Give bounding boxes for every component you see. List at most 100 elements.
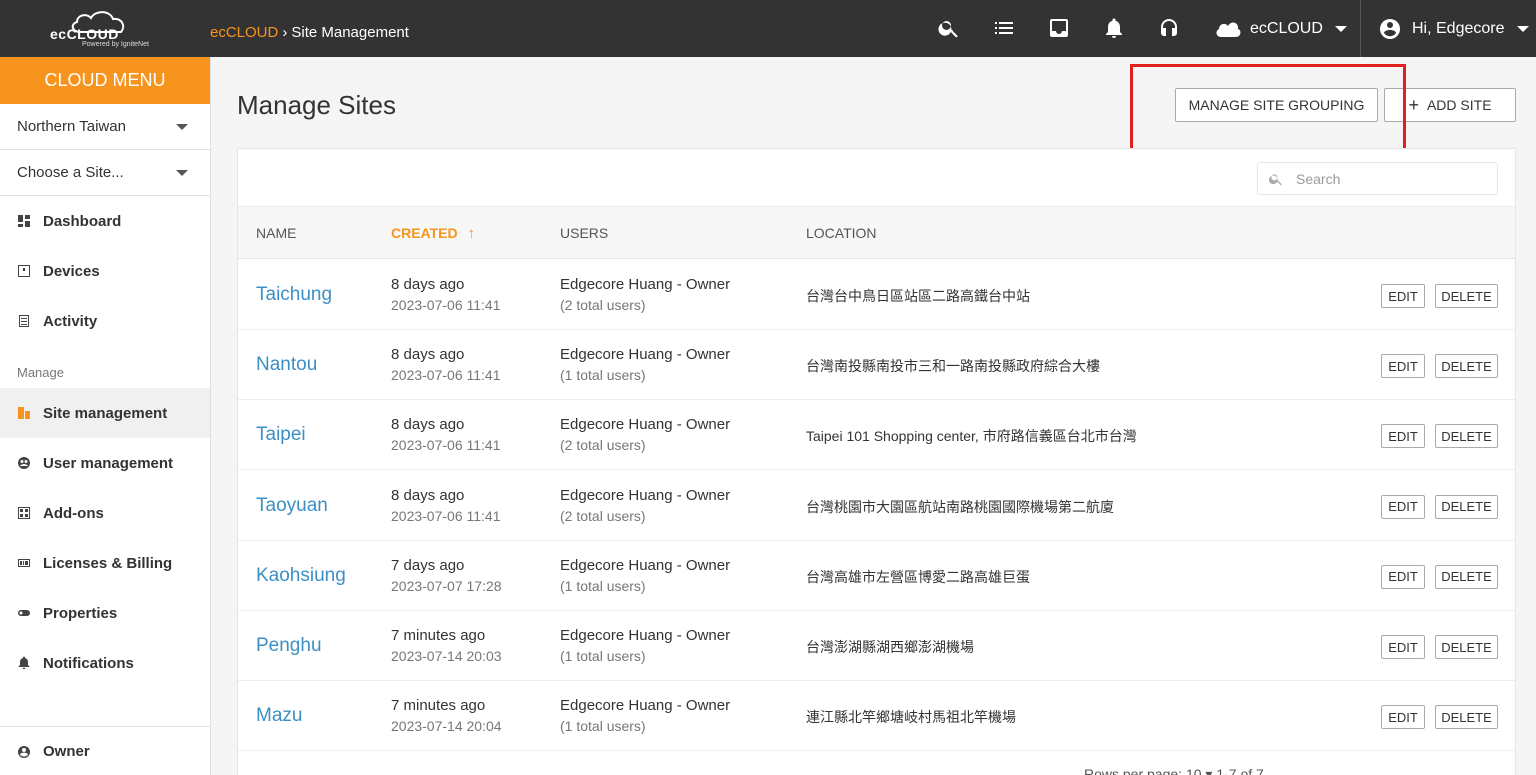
sidebar-item-label: Add-ons	[43, 504, 104, 522]
site-owner: Edgecore Huang - Owner	[560, 276, 731, 293]
sidebar-item-label: Devices	[43, 262, 100, 280]
delete-label: DELETE	[1441, 569, 1492, 585]
sidebar-owner[interactable]: Owner	[0, 726, 210, 775]
edit-button[interactable]: EDIT	[1381, 564, 1425, 589]
owner-icon	[18, 745, 30, 758]
delete-label: DELETE	[1441, 288, 1492, 304]
site-name-link[interactable]: Taoyuan	[256, 495, 328, 517]
delete-button[interactable]: DELETE	[1435, 494, 1498, 519]
edit-button[interactable]: EDIT	[1381, 494, 1425, 519]
site-select[interactable]: Choose a Site...	[0, 150, 210, 196]
edit-button[interactable]: EDIT	[1381, 284, 1425, 308]
table-row: Penghu 7 minutes ago 2023-07-14 20:03 Edgec…	[238, 611, 1515, 681]
site-owner: Edgecore Huang - Owner	[560, 486, 731, 504]
column-header-created[interactable]: CREATED ↑	[391, 225, 475, 242]
sidebar-item-label: Activity	[43, 312, 98, 330]
chevron-down-icon	[1334, 26, 1347, 32]
column-header-location[interactable]: LOCATION	[806, 225, 877, 241]
site-user-count: (1 total users)	[560, 648, 646, 664]
sidebar-item-activity[interactable]: Activity	[0, 296, 210, 346]
plus-icon: +	[1408, 95, 1419, 115]
site-icon	[17, 406, 31, 420]
column-header-users[interactable]: USERS	[560, 225, 608, 241]
site-owner: Edgecore Huang - Owner	[560, 416, 731, 434]
edit-button[interactable]: EDIT	[1381, 705, 1425, 730]
sidebar-item-licenses-billing[interactable]: Licenses & Billing	[0, 538, 210, 588]
site-location: 連江縣北竿鄉塘岐村馬祖北竿機場	[806, 709, 1016, 726]
site-location: 台灣台中鳥日區站區二路高鐵台中站	[806, 288, 1030, 304]
headset-icon[interactable]	[1157, 16, 1181, 40]
column-header-name[interactable]: NAME	[256, 225, 296, 241]
bell-icon[interactable]	[1102, 16, 1126, 40]
site-select-value: Choose a Site...	[17, 164, 124, 181]
sidebar-item-label: User management	[43, 454, 174, 472]
sidebar: CLOUD MENU Northern Taiwan Choose a Site…	[0, 57, 211, 775]
site-name-link[interactable]: Taichung	[256, 284, 332, 306]
sidebar-item-label: Notifications	[43, 654, 134, 672]
license-icon	[17, 556, 31, 570]
site-name-link[interactable]: Taipei	[256, 424, 306, 446]
properties-icon	[17, 606, 31, 620]
edit-button[interactable]: EDIT	[1381, 354, 1425, 379]
logo-powered: Powered by IgniteNet	[82, 41, 149, 48]
logo-text: ecCLOUD	[50, 26, 119, 42]
pagination: Rows per page: 10 ▾ 1-7 of 7	[1084, 766, 1264, 775]
edit-button[interactable]: EDIT	[1381, 424, 1425, 449]
site-user-count: (2 total users)	[560, 297, 646, 313]
site-user-count: (1 total users)	[560, 367, 646, 384]
edit-button[interactable]: EDIT	[1381, 635, 1425, 659]
table-row: Taichung 8 days ago 2023-07-06 11:41 Edgeco…	[238, 260, 1515, 330]
account-label: ecCLOUD	[1250, 20, 1323, 37]
delete-button[interactable]: DELETE	[1435, 424, 1498, 449]
delete-button[interactable]: DELETE	[1435, 635, 1498, 659]
site-name-link[interactable]: Nantou	[256, 354, 317, 376]
cloud-menu-header: CLOUD MENU	[0, 57, 210, 104]
account-selector[interactable]: ecCLOUD	[1214, 16, 1347, 42]
sidebar-item-properties[interactable]: Properties	[0, 588, 210, 638]
site-owner: Edgecore Huang - Owner	[560, 346, 731, 364]
delete-button[interactable]: DELETE	[1435, 284, 1498, 308]
created-relative: 7 days ago	[391, 556, 465, 574]
site-name-link[interactable]: Kaohsiung	[256, 565, 346, 587]
delete-button[interactable]: DELETE	[1435, 705, 1498, 730]
sites-table-card: Search NAME CREATED ↑ USERS LOCATION Tai…	[237, 148, 1516, 775]
site-location: 台灣桃園市大園區航站南路桃園國際機場第二航廈	[806, 498, 1114, 515]
devices-icon	[17, 264, 31, 278]
breadcrumb-home[interactable]: ecCLOUD	[210, 24, 278, 41]
add-site-label: ADD SITE	[1426, 97, 1492, 113]
sidebar-item-notifications[interactable]: Notifications	[0, 638, 210, 688]
logo[interactable]: ecCLOUD Powered by IgniteNet	[48, 8, 158, 50]
sidebar-item-label: Licenses & Billing	[43, 554, 173, 572]
sidebar-item-devices[interactable]: Devices	[0, 246, 210, 296]
edit-label: EDIT	[1388, 288, 1418, 304]
sidebar-item-site-management[interactable]: Site management	[0, 388, 210, 438]
created-timestamp: 2023-07-14 20:03	[391, 648, 502, 664]
search-icon[interactable]	[937, 16, 961, 40]
notifications-icon	[17, 656, 31, 670]
created-timestamp: 2023-07-06 11:41	[391, 297, 501, 313]
section-label-manage: Manage	[17, 365, 64, 380]
created-relative: 8 days ago	[391, 486, 465, 504]
list-icon[interactable]	[992, 16, 1016, 40]
chevron-down-icon	[176, 124, 188, 130]
table-row: Taipei 8 days ago 2023-07-06 11:41 Edgecore…	[238, 400, 1515, 471]
created-timestamp: 2023-07-06 11:41	[391, 507, 501, 524]
sidebar-item-user-management[interactable]: User management	[0, 438, 210, 488]
site-user-count: (2 total users)	[560, 507, 646, 524]
search-icon	[1268, 173, 1282, 185]
sidebar-item-dashboard[interactable]: Dashboard	[0, 196, 210, 246]
delete-button[interactable]: DELETE	[1435, 354, 1498, 379]
table-row: Mazu 7 minutes ago 2023-07-14 20:04 Edgecor…	[238, 681, 1515, 752]
edit-label: EDIT	[1388, 428, 1418, 444]
page-title: Manage Sites	[237, 90, 396, 120]
user-menu[interactable]: Hi, Edgecore	[1378, 16, 1529, 42]
site-name-link[interactable]: Mazu	[256, 705, 302, 727]
site-name-link[interactable]: Penghu	[256, 635, 322, 657]
created-timestamp: 2023-07-06 11:41	[391, 367, 501, 384]
site-owner: Edgecore Huang - Owner	[560, 627, 731, 644]
region-select[interactable]: Northern Taiwan	[0, 104, 210, 150]
search-field[interactable]: Search	[1257, 162, 1498, 195]
sidebar-item-add-ons[interactable]: Add-ons	[0, 488, 210, 538]
inbox-icon[interactable]	[1047, 16, 1071, 40]
delete-button[interactable]: DELETE	[1435, 564, 1498, 589]
